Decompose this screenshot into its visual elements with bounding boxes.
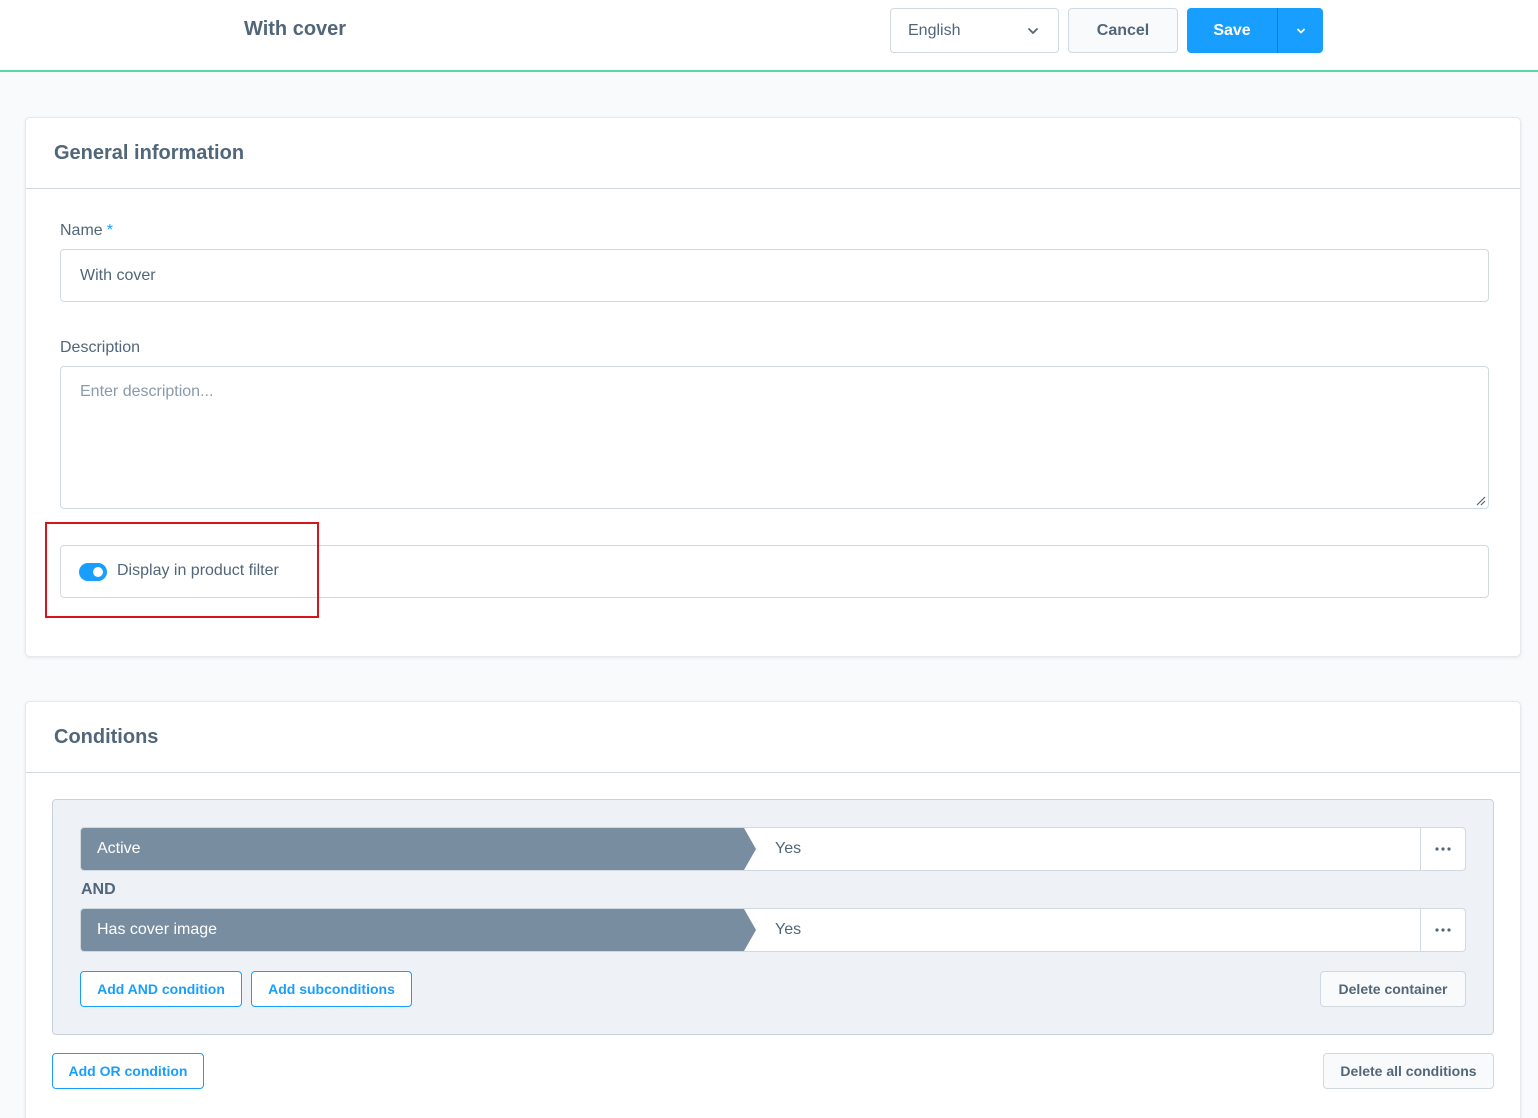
conditions-title: Conditions (26, 702, 1520, 773)
condition-field-label: Active (97, 840, 141, 857)
chevron-down-icon (1028, 28, 1038, 34)
highlight-annotation (45, 522, 319, 618)
condition-field[interactable]: Active (81, 828, 756, 870)
cancel-button[interactable]: Cancel (1068, 8, 1178, 53)
save-button[interactable]: Save (1187, 8, 1278, 53)
save-options-button[interactable] (1278, 8, 1323, 53)
condition-row: Active Yes (80, 827, 1466, 871)
condition-value[interactable]: Yes (743, 828, 1420, 870)
add-and-condition-button[interactable]: Add AND condition (80, 971, 242, 1007)
condition-value[interactable]: Yes (743, 909, 1420, 951)
resize-grip-icon[interactable] (1476, 496, 1486, 506)
description-label: Description (60, 339, 141, 356)
ellipsis-icon (1435, 928, 1451, 932)
name-label: Name * (60, 222, 113, 240)
name-label-text: Name (60, 222, 103, 239)
arrow-shape (743, 828, 756, 870)
arrow-shape (743, 909, 756, 951)
add-or-condition-button[interactable]: Add OR condition (52, 1053, 204, 1089)
language-select-value: English (908, 21, 961, 39)
name-input[interactable]: With cover (60, 249, 1489, 302)
page-title: With cover (244, 18, 347, 40)
required-marker: * (106, 222, 113, 239)
delete-container-button[interactable]: Delete container (1320, 971, 1466, 1007)
add-subconditions-button[interactable]: Add subconditions (251, 971, 412, 1007)
ellipsis-icon (1435, 847, 1451, 851)
description-placeholder: Enter description... (80, 383, 214, 400)
condition-row: Has cover image Yes (80, 908, 1466, 952)
condition-menu-button[interactable] (1420, 909, 1465, 951)
condition-field[interactable]: Has cover image (81, 909, 756, 951)
save-button-group: Save (1187, 8, 1323, 53)
name-input-value: With cover (80, 266, 156, 284)
chevron-down-icon (1296, 28, 1305, 33)
delete-all-conditions-button[interactable]: Delete all conditions (1323, 1053, 1494, 1089)
top-bar: With cover English Cancel Save (0, 0, 1538, 72)
condition-container: Active Yes AND Has cover image Yes Add A… (52, 799, 1494, 1035)
general-information-title: General information (26, 118, 1520, 189)
and-operator-label: AND (81, 881, 116, 898)
description-textarea[interactable]: Enter description... (60, 366, 1489, 509)
language-select[interactable]: English (890, 8, 1059, 53)
condition-field-label: Has cover image (97, 921, 218, 938)
condition-menu-button[interactable] (1420, 828, 1465, 870)
